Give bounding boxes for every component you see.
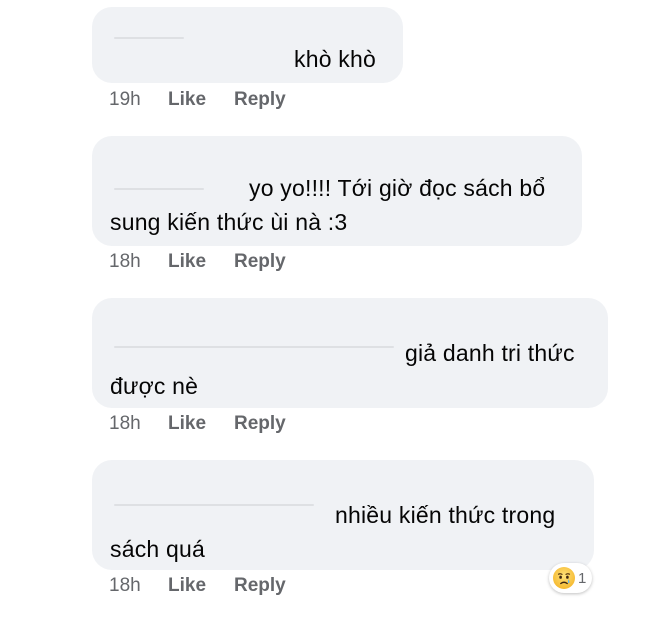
like-button[interactable]: Like	[168, 89, 206, 111]
reaction-badge[interactable]: 1	[549, 563, 593, 593]
comment-text-line-1: giả danh tri thức	[405, 340, 575, 366]
like-button[interactable]: Like	[168, 575, 206, 597]
comment-text-line-1: nhiều kiến thức trong	[335, 502, 556, 528]
redacted-author-name	[114, 37, 184, 39]
reply-button[interactable]: Reply	[234, 575, 286, 597]
comment-text-line-2: được nè	[110, 373, 199, 399]
redacted-author-name	[114, 188, 204, 190]
like-button[interactable]: Like	[168, 413, 206, 435]
comment-timestamp: 18h	[109, 251, 141, 272]
comment-text-line-1: yo yo!!!! Tới giờ đọc sách bổ	[249, 175, 546, 201]
reply-button[interactable]: Reply	[234, 89, 286, 111]
comment-timestamp: 19h	[109, 89, 141, 110]
comment-bubble: yo yo!!!! Tới giờ đọc sách bổ sung kiến …	[92, 136, 582, 246]
comment-timestamp: 18h	[109, 575, 141, 596]
comment-timestamp: 18h	[109, 413, 141, 434]
like-button[interactable]: Like	[168, 251, 206, 273]
comment-text: khò khò	[294, 46, 376, 72]
redacted-author-name	[114, 346, 394, 348]
sad-face-icon	[553, 567, 575, 589]
reply-button[interactable]: Reply	[234, 413, 286, 435]
comment-text-line-2: sách quá	[110, 536, 205, 562]
reply-button[interactable]: Reply	[234, 251, 286, 273]
comment-bubble: nhiều kiến thức trong sách quá	[92, 460, 594, 570]
reaction-count: 1	[578, 569, 587, 587]
comment-bubble: khò khò	[92, 7, 403, 83]
redacted-author-name	[114, 504, 314, 506]
comment-bubble: giả danh tri thức được nè	[92, 298, 608, 408]
comment-text-line-2: sung kiến thức ùi nà :3	[110, 209, 348, 235]
